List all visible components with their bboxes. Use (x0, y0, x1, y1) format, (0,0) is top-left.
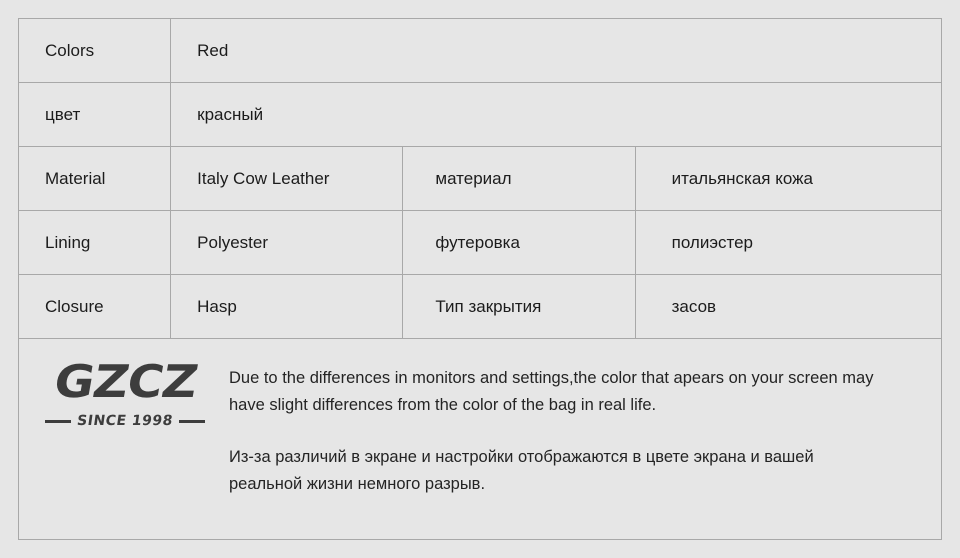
specifications-table: Colors Red цвет красный Material Italy C… (17, 18, 943, 540)
disclaimer-text-block: Due to the differences in monitors and s… (229, 339, 941, 498)
spec-label-material-ru: материал (402, 146, 636, 211)
spec-label-closure-ru: Тип закрытия (402, 274, 636, 339)
spec-value-material-ru: итальянская кожа (634, 146, 943, 211)
spec-label-material: Material (17, 146, 172, 211)
table-row-footer: GZCZ SINCE 1998 Due to the differences i… (18, 338, 942, 540)
spec-value-closure-ru: засов (634, 274, 943, 339)
spec-label-lining-ru: футеровка (402, 210, 636, 275)
brand-tagline: SINCE 1998 (76, 413, 175, 429)
table-row: цвет красный (17, 82, 942, 147)
rule-right-icon (178, 420, 205, 424)
specifications-table-body: Colors Red цвет красный Material Italy C… (17, 18, 943, 540)
spec-label-closure: Closure (17, 274, 172, 339)
spec-value-lining-ru: полиэстер (634, 210, 943, 275)
disclaimer-row: GZCZ SINCE 1998 Due to the differences i… (19, 339, 941, 539)
spec-value-closure: Hasp (170, 274, 404, 339)
brand-tagline-row: SINCE 1998 (45, 413, 205, 431)
disclaimer-text-ru: Из-за различий в экране и настройки отоб… (229, 448, 814, 494)
table-row: Material Italy Cow Leather материал итал… (17, 146, 943, 211)
spec-label-colors-ru: цвет (17, 82, 172, 147)
spec-value-colors: Red (170, 18, 942, 83)
disclaimer-cell: GZCZ SINCE 1998 Due to the differences i… (18, 338, 942, 540)
spec-value-colors-ru: красный (170, 82, 942, 147)
disclaimer-text-en: Due to the differences in monitors and s… (229, 369, 874, 414)
rule-left-icon (45, 420, 72, 424)
table-row: Colors Red (17, 18, 942, 83)
spec-label-lining: Lining (17, 210, 172, 275)
brand-wordmark-gzcz: GZCZ (50, 355, 202, 408)
table-row: Lining Polyester футеровка полиэстер (17, 210, 943, 275)
product-spec-panel: Colors Red цвет красный Material Italy C… (0, 0, 960, 558)
spec-label-colors: Colors (17, 18, 172, 83)
table-row: Closure Hasp Тип закрытия засов (17, 274, 943, 339)
brand-logo: GZCZ SINCE 1998 (19, 339, 229, 431)
spec-value-lining: Polyester (170, 210, 404, 275)
spec-value-material: Italy Cow Leather (170, 146, 404, 211)
